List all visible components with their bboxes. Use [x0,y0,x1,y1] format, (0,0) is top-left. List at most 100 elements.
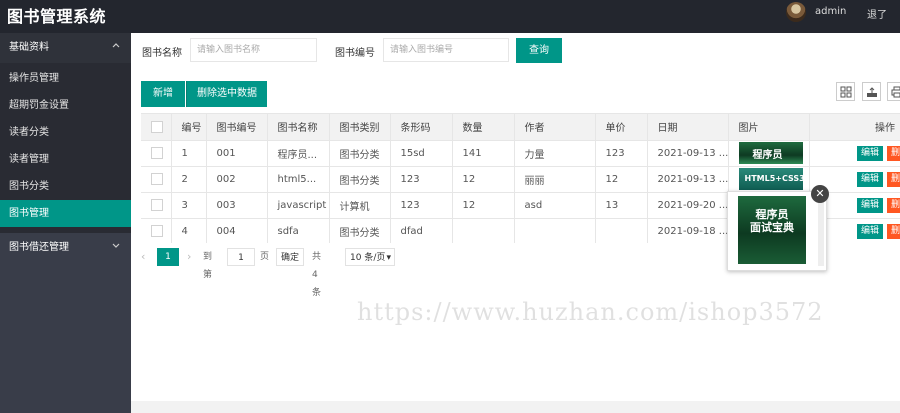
table-cell: 4 [171,218,207,243]
table-cell [595,218,648,243]
thumb-label: 程序员 [752,150,783,161]
print-icon[interactable] [887,82,900,101]
avatar[interactable] [786,2,806,22]
column-header: 条形码 [390,114,453,141]
logout-link[interactable]: 退了 [867,6,887,21]
table-cell: html5... [267,166,330,193]
column-header: 图书名称 [267,114,330,141]
total-count: 共 4 条 [312,252,322,298]
add-button[interactable]: 新增 [141,81,185,107]
sidebar-item-book-category[interactable]: 图书分类 [0,173,131,200]
sidebar: 基础资料 操作员管理 超期罚金设置 读者分类 读者管理 图书分类 图书管理 图书… [0,33,131,413]
page-size-select[interactable]: 10 条/页 ▾ [345,248,395,266]
table-cell: 力量 [514,140,596,167]
main-content: 图书名称 图书编号 查询 新增 删除选中数据 [131,33,900,413]
columns-icon[interactable] [836,82,855,101]
table-cell: 004 [206,218,268,243]
preview-title-line1: 程序员 [755,208,789,221]
table-cell: 141 [452,140,515,167]
chevron-down-icon [111,233,121,263]
table-cell: javascript [267,192,330,219]
popup-scrollbar[interactable] [818,196,824,266]
query-button[interactable]: 查询 [516,38,562,63]
export-icon[interactable] [862,82,881,101]
row-checkbox[interactable] [151,199,163,211]
row-checkbox[interactable] [151,147,163,159]
preview-title-line2: 面试宝典 [750,221,794,234]
column-header: 日期 [647,114,729,141]
table-cell: 2021-09-13 ... [647,166,729,193]
nav-group-basic[interactable]: 基础资料 [0,33,131,63]
chevron-up-icon [111,33,121,63]
table-cell: 12 [595,166,648,193]
table-cell: dfad [390,218,453,243]
book-cover-preview: 程序员 面试宝典 [738,196,806,264]
column-header: 作者 [514,114,596,141]
chevron-down-icon: ▾ [386,253,391,263]
thumb-label: HTML5+CSS3 [744,174,805,183]
column-header: 操作 [809,114,900,141]
select-all-checkbox[interactable] [151,120,163,133]
table-cell: 图书分类 [329,140,391,167]
table-cell: 图书分类 [329,166,391,193]
column-header: 单价 [595,114,648,141]
book-cover-thumbnail[interactable]: 程序员 [738,142,803,164]
book-code-label: 图书编号 [335,48,375,59]
content-panel: 图书名称 图书编号 查询 新增 删除选中数据 [131,33,900,401]
table-cell: 123 [390,166,453,193]
book-name-input[interactable] [190,38,317,62]
sidebar-item-reader-category[interactable]: 读者分类 [0,119,131,146]
delete-button[interactable]: 删除 [887,197,900,213]
delete-button[interactable]: 删除 [887,171,900,187]
nav-sublist: 操作员管理 超期罚金设置 读者分类 读者管理 图书分类 图书管理 [0,63,131,233]
nav-group-borrow[interactable]: 图书借还管理 [0,233,131,263]
goto-confirm-button[interactable]: 确定 [276,248,304,266]
table-cell [514,218,596,243]
table-cell: 12 [452,192,515,219]
row-checkbox[interactable] [151,173,163,185]
select-all-cell[interactable] [141,114,172,141]
sidebar-item-books[interactable]: 图书管理 [0,200,131,227]
edit-button[interactable]: 编辑 [856,171,883,187]
column-header: 图书类别 [329,114,391,141]
book-code-input[interactable] [383,38,509,62]
sidebar-item-fine-settings[interactable]: 超期罚金设置 [0,92,131,119]
delete-button[interactable]: 删除 [887,145,900,161]
table-cell: 计算机 [329,192,391,219]
table-row: 1 001 程序员... 图书分类 15sd 141 力量 123 2021-0… [141,140,900,167]
table-row: 2 002 html5... 图书分类 123 12 丽丽 12 2021-09… [141,166,900,193]
username[interactable]: admin [815,6,846,17]
edit-button[interactable]: 编辑 [856,145,883,161]
column-header: 数量 [452,114,515,141]
next-page-icon[interactable]: › [187,248,191,266]
top-bar: 图书管理系统 admin 退了 [0,0,900,33]
close-icon[interactable]: ✕ [811,185,829,203]
table-cell: 1 [171,140,207,167]
current-page-button[interactable]: 1 [157,248,179,266]
sidebar-item-readers[interactable]: 读者管理 [0,146,131,173]
table-cell: asd [514,192,596,219]
book-cover-thumbnail[interactable]: HTML5+CSS3 [738,168,805,190]
sidebar-item-operators[interactable]: 操作员管理 [0,65,131,92]
column-header: 编号 [171,114,207,141]
table-cell: 003 [206,192,268,219]
book-cover-cell[interactable]: 程序员 [728,140,810,167]
table-cell: 123 [595,140,648,167]
image-preview-popup: 程序员 面试宝典 [727,191,827,271]
delete-selected-button[interactable]: 删除选中数据 [186,81,267,107]
preview-title: 程序员 面试宝典 [738,208,806,234]
delete-button[interactable]: 删除 [887,223,900,239]
table-cell: 001 [206,140,268,167]
column-header: 图书编号 [206,114,268,141]
edit-button[interactable]: 编辑 [856,197,883,213]
prev-page-icon[interactable]: ‹ [141,248,145,266]
row-checkbox[interactable] [151,225,163,237]
table-cell: 3 [171,192,207,219]
page-unit-label: 页 [260,252,270,262]
page-number-input[interactable]: 1 [227,248,255,266]
edit-button[interactable]: 编辑 [856,223,883,239]
column-header: 图片 [728,114,810,141]
nav-group-label: 图书借还管理 [9,242,69,253]
book-cover-cell[interactable]: HTML5+CSS3 [728,166,810,193]
table-cell [452,218,515,243]
